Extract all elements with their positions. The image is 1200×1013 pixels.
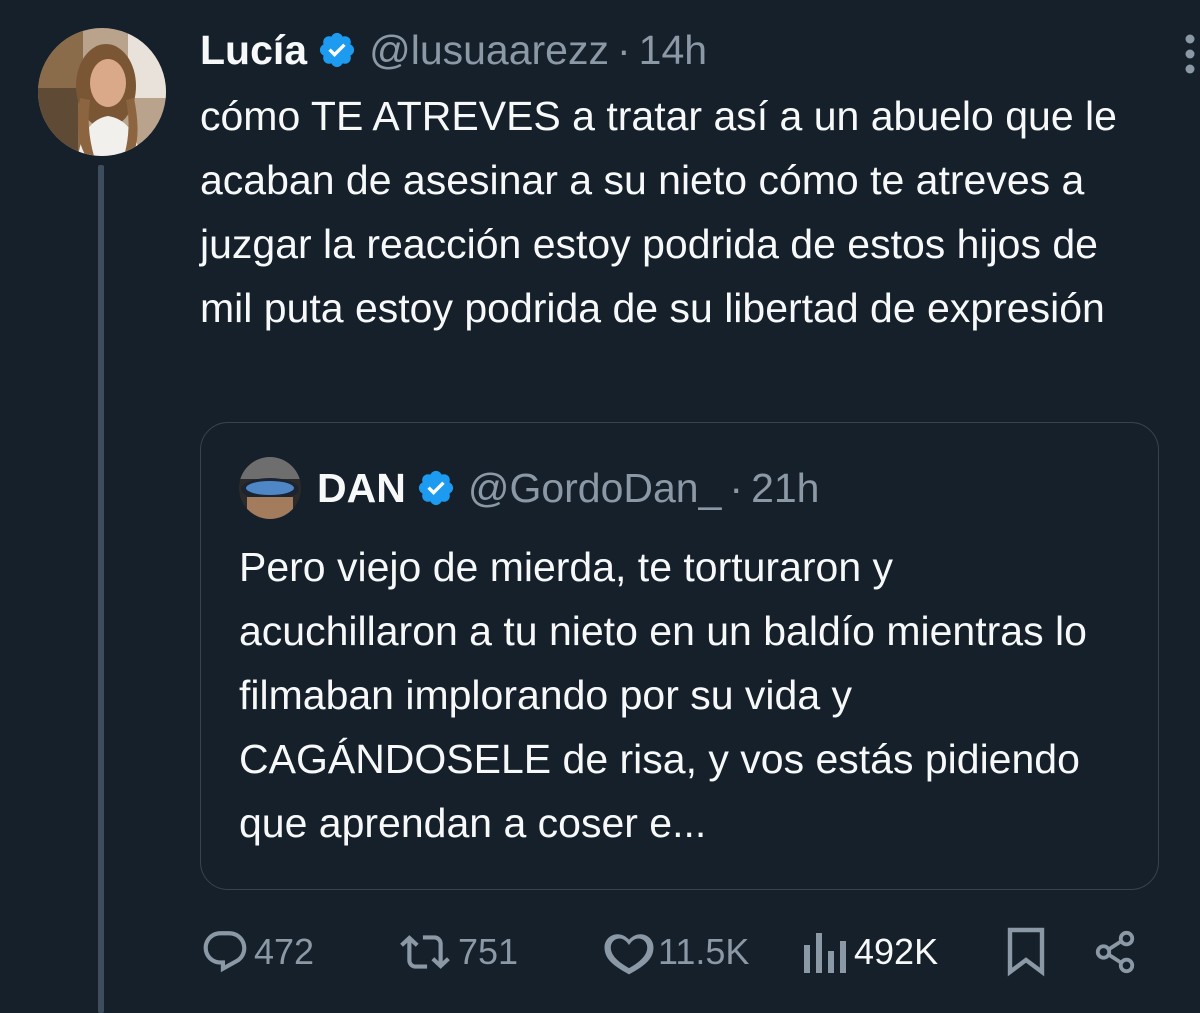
quoted-avatar: [239, 457, 301, 519]
views-count: 492K: [854, 931, 939, 972]
heart-icon: [604, 934, 654, 975]
tweet[interactable]: Lucía @lusuaarezz · 14h cómo TE ATREVES …: [0, 0, 1200, 1013]
reply-icon: [203, 931, 247, 973]
views-bar-chart-icon: [804, 933, 846, 973]
avatar-column: [38, 28, 166, 156]
display-name[interactable]: Lucía: [200, 27, 307, 74]
like-count: 11.5K: [658, 931, 750, 972]
quoted-handle: @GordoDan_: [467, 464, 722, 511]
quoted-verified-badge-icon: [418, 470, 453, 506]
reply-count: 472: [254, 931, 315, 972]
share-icon[interactable]: [1092, 928, 1138, 976]
quoted-tweet[interactable]: DAN @GordoDan_ · 21h Pero viejo de mierd…: [200, 422, 1159, 890]
tweet-header: Lucía @lusuaarezz · 14h: [200, 18, 1170, 82]
thread-line: [98, 165, 104, 1013]
reply-button[interactable]: 472: [200, 922, 314, 982]
quoted-separator-dot: ·: [729, 464, 744, 511]
retweet-icon: [400, 935, 450, 969]
separator-dot: ·: [617, 26, 631, 73]
quoted-display-name[interactable]: DAN: [317, 465, 406, 512]
timestamp[interactable]: 14h: [639, 27, 707, 74]
more-vertical-icon[interactable]: [1170, 32, 1200, 76]
bookmark-icon[interactable]: [1006, 926, 1046, 978]
quoted-timestamp: 21h: [751, 464, 820, 511]
tweet-text: cómo TE ATREVES a tratar así a un abuelo…: [200, 93, 1117, 331]
retweet-button[interactable]: 751: [396, 922, 518, 982]
like-button[interactable]: 11.5K: [604, 922, 749, 982]
retweet-count: 751: [458, 931, 519, 972]
quoted-tweet-text: Pero viejo de mierda, te torturaron y ac…: [239, 544, 1087, 846]
quoted-tweet-header: DAN @GordoDan_ · 21h: [239, 457, 820, 519]
tweet-content: Lucía @lusuaarezz · 14h cómo TE ATREVES …: [200, 18, 1195, 340]
views-button[interactable]: 492K: [802, 922, 938, 982]
action-bar: 472 751 11.5K 492K: [200, 922, 1160, 982]
avatar[interactable]: [38, 28, 166, 156]
handle[interactable]: @lusuaarezz: [369, 27, 609, 74]
verified-badge-icon: [320, 32, 355, 68]
